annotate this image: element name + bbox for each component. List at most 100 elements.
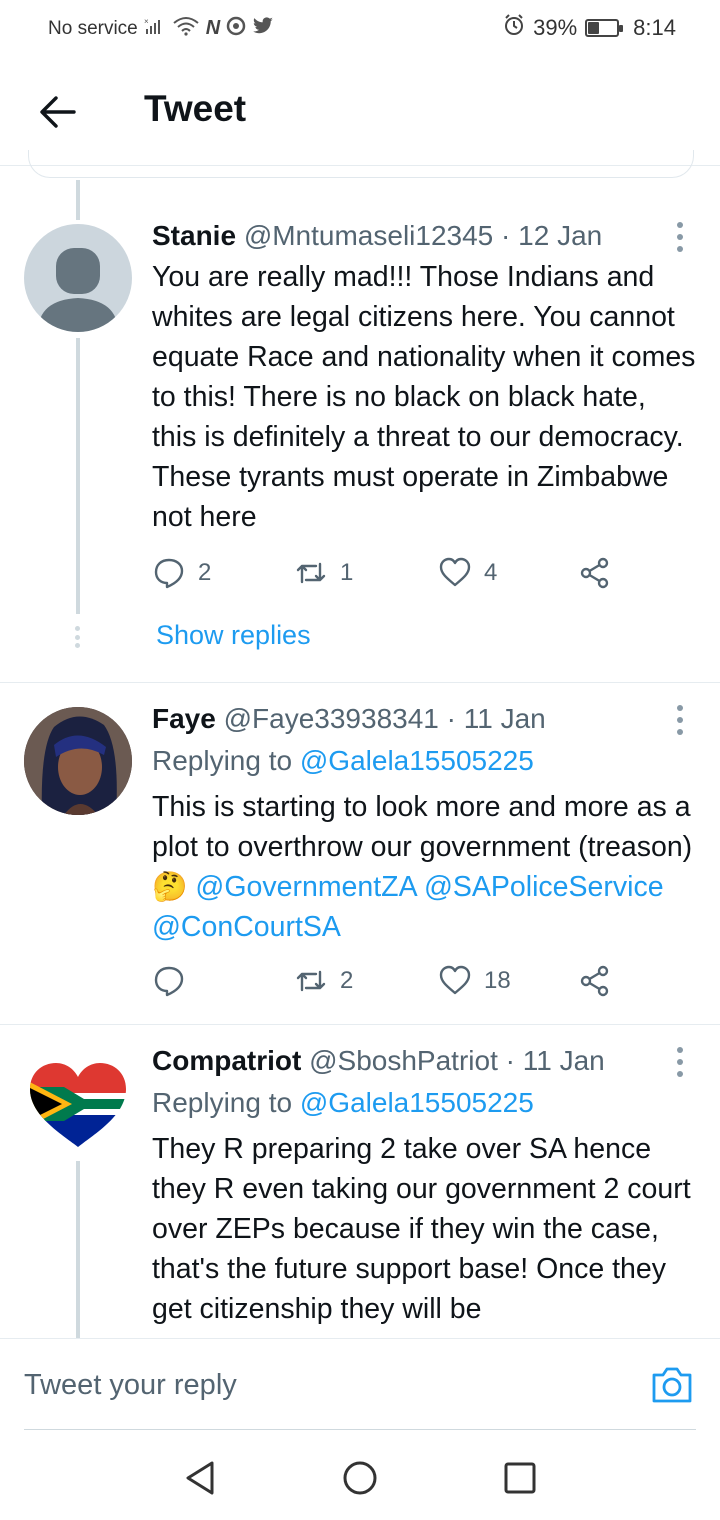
like-button[interactable]: 18: [438, 964, 511, 998]
mention-sapoliceservice[interactable]: @SAPoliceService: [424, 871, 664, 903]
wifi-icon: [172, 16, 200, 41]
dot-icon: [677, 1047, 683, 1053]
tweet-stanie[interactable]: Stanie @Mntumaseli12345 · 12 Jan You are…: [0, 166, 720, 682]
display-name[interactable]: Faye: [152, 703, 216, 734]
reply-composer-bar: [0, 1338, 720, 1431]
retweet-icon: [296, 562, 326, 584]
status-bar: No service × N 39% 8:14: [0, 0, 720, 56]
retweet-button[interactable]: 2: [294, 964, 353, 998]
alarm-icon: [503, 14, 525, 41]
carrier-text: No service: [48, 17, 138, 39]
heart-icon: [439, 557, 471, 587]
like-count: 4: [484, 559, 498, 586]
profile-photo-icon: [24, 707, 132, 815]
user-handle[interactable]: @Mntumaseli12345: [244, 220, 493, 251]
thread-continuation-dots: [75, 626, 81, 648]
thread-line: [76, 1161, 80, 1338]
tweet-text: They R preparing 2 take over SA hence th…: [152, 1133, 691, 1325]
tweet-actions: 2 18: [152, 964, 622, 1004]
share-icon: [580, 557, 609, 589]
page-title: Tweet: [144, 88, 247, 129]
nav-back-button[interactable]: [182, 1460, 218, 1496]
battery-icon: [585, 18, 624, 37]
status-right: 39% 8:14: [503, 14, 676, 41]
nav-home-button[interactable]: [342, 1460, 378, 1496]
replying-to-handle[interactable]: @Galela15505225: [300, 745, 534, 776]
reply-count: 2: [198, 559, 212, 586]
arrow-left-icon: [40, 96, 76, 128]
speech-bubble-icon: [154, 558, 184, 589]
back-button[interactable]: [36, 90, 80, 134]
camera-button[interactable]: [650, 1365, 694, 1405]
tweet-date: · 12 Jan: [501, 220, 603, 251]
no-signal-icon: ×: [144, 17, 166, 40]
avatar[interactable]: [24, 224, 132, 332]
user-handle[interactable]: @Faye33938341: [224, 703, 439, 734]
retweet-icon: [296, 970, 326, 992]
circle-home-icon: [343, 1461, 377, 1495]
reply-button[interactable]: [152, 964, 186, 998]
dot-icon: [677, 729, 683, 735]
replying-to-handle[interactable]: @Galela15505225: [300, 1087, 534, 1118]
more-options-button[interactable]: [672, 222, 688, 252]
status-left: No service × N: [48, 16, 274, 41]
tweet-header: Stanie @Mntumaseli12345 · 12 Jan: [152, 220, 602, 252]
retweet-button[interactable]: 1: [294, 556, 353, 590]
thinking-face-emoji: 🤔: [152, 871, 188, 903]
replying-prefix: Replying to: [152, 1087, 293, 1118]
more-options-button[interactable]: [672, 1047, 688, 1077]
dot-icon: [677, 717, 683, 723]
share-button[interactable]: [578, 556, 612, 590]
vpn-icon: [226, 16, 246, 41]
avatar[interactable]: [24, 707, 132, 815]
tweet-header: Compatriot @SboshPatriot · 11 Jan: [152, 1045, 605, 1077]
tweet-date: · 11 Jan: [505, 1045, 605, 1076]
thread-line-top: [76, 180, 80, 220]
tweet-text-content: This is starting to look more and more a…: [152, 791, 693, 863]
tweet-compatriot[interactable]: Compatriot @SboshPatriot · 11 Jan Replyi…: [0, 1025, 720, 1338]
heart-icon: [439, 965, 471, 995]
replying-to-line: Replying to @Galela15505225: [152, 745, 534, 777]
nfc-icon: N: [205, 17, 221, 39]
dot-icon: [677, 705, 683, 711]
like-button[interactable]: 4: [438, 556, 497, 590]
replying-prefix: Replying to: [152, 745, 293, 776]
mention-concourtsa[interactable]: @ConCourtSA: [152, 911, 341, 943]
tweet-text: This is starting to look more and more a…: [152, 787, 697, 947]
thread-line: [76, 338, 80, 614]
dot-icon: [677, 1059, 683, 1065]
tweet-date: · 11 Jan: [446, 703, 546, 734]
tweet-actions: 2 1 4: [152, 556, 622, 596]
square-recents-icon: [504, 1462, 536, 1494]
share-button[interactable]: [578, 964, 612, 998]
reply-button[interactable]: 2: [152, 556, 211, 590]
triangle-back-icon: [186, 1461, 214, 1495]
tweet-header: Faye @Faye33938341 · 11 Jan: [152, 703, 546, 735]
dot-icon: [677, 246, 683, 252]
nav-recents-button[interactable]: [502, 1460, 538, 1496]
replying-to-line: Replying to @Galela15505225: [152, 1087, 534, 1119]
system-navigation-bar: [0, 1430, 720, 1520]
display-name[interactable]: Stanie: [152, 220, 236, 251]
mention-governmentza[interactable]: @GovernmentZA: [195, 871, 416, 903]
camera-icon: [652, 1367, 692, 1403]
south-africa-flag-heart-icon: [30, 1063, 126, 1147]
dot-icon: [677, 1071, 683, 1077]
default-avatar-icon: [38, 248, 118, 332]
retweet-count: 1: [340, 559, 354, 586]
dot-icon: [677, 234, 683, 240]
retweet-count: 2: [340, 967, 354, 994]
like-count: 18: [484, 967, 511, 994]
display-name[interactable]: Compatriot: [152, 1045, 301, 1076]
show-replies-link[interactable]: Show replies: [156, 620, 311, 651]
tweet-text: You are really mad!!! Those Indians and …: [152, 261, 696, 533]
avatar[interactable]: [24, 1049, 132, 1157]
user-handle[interactable]: @SboshPatriot: [309, 1045, 498, 1076]
tweet-faye[interactable]: Faye @Faye33938341 · 11 Jan Replying to …: [0, 683, 720, 1024]
speech-bubble-icon: [154, 966, 184, 997]
tweet-reply-input[interactable]: [24, 1369, 584, 1402]
more-options-button[interactable]: [672, 705, 688, 735]
svg-text:×: ×: [144, 17, 149, 26]
clock: 8:14: [633, 14, 676, 40]
share-icon: [580, 965, 609, 997]
